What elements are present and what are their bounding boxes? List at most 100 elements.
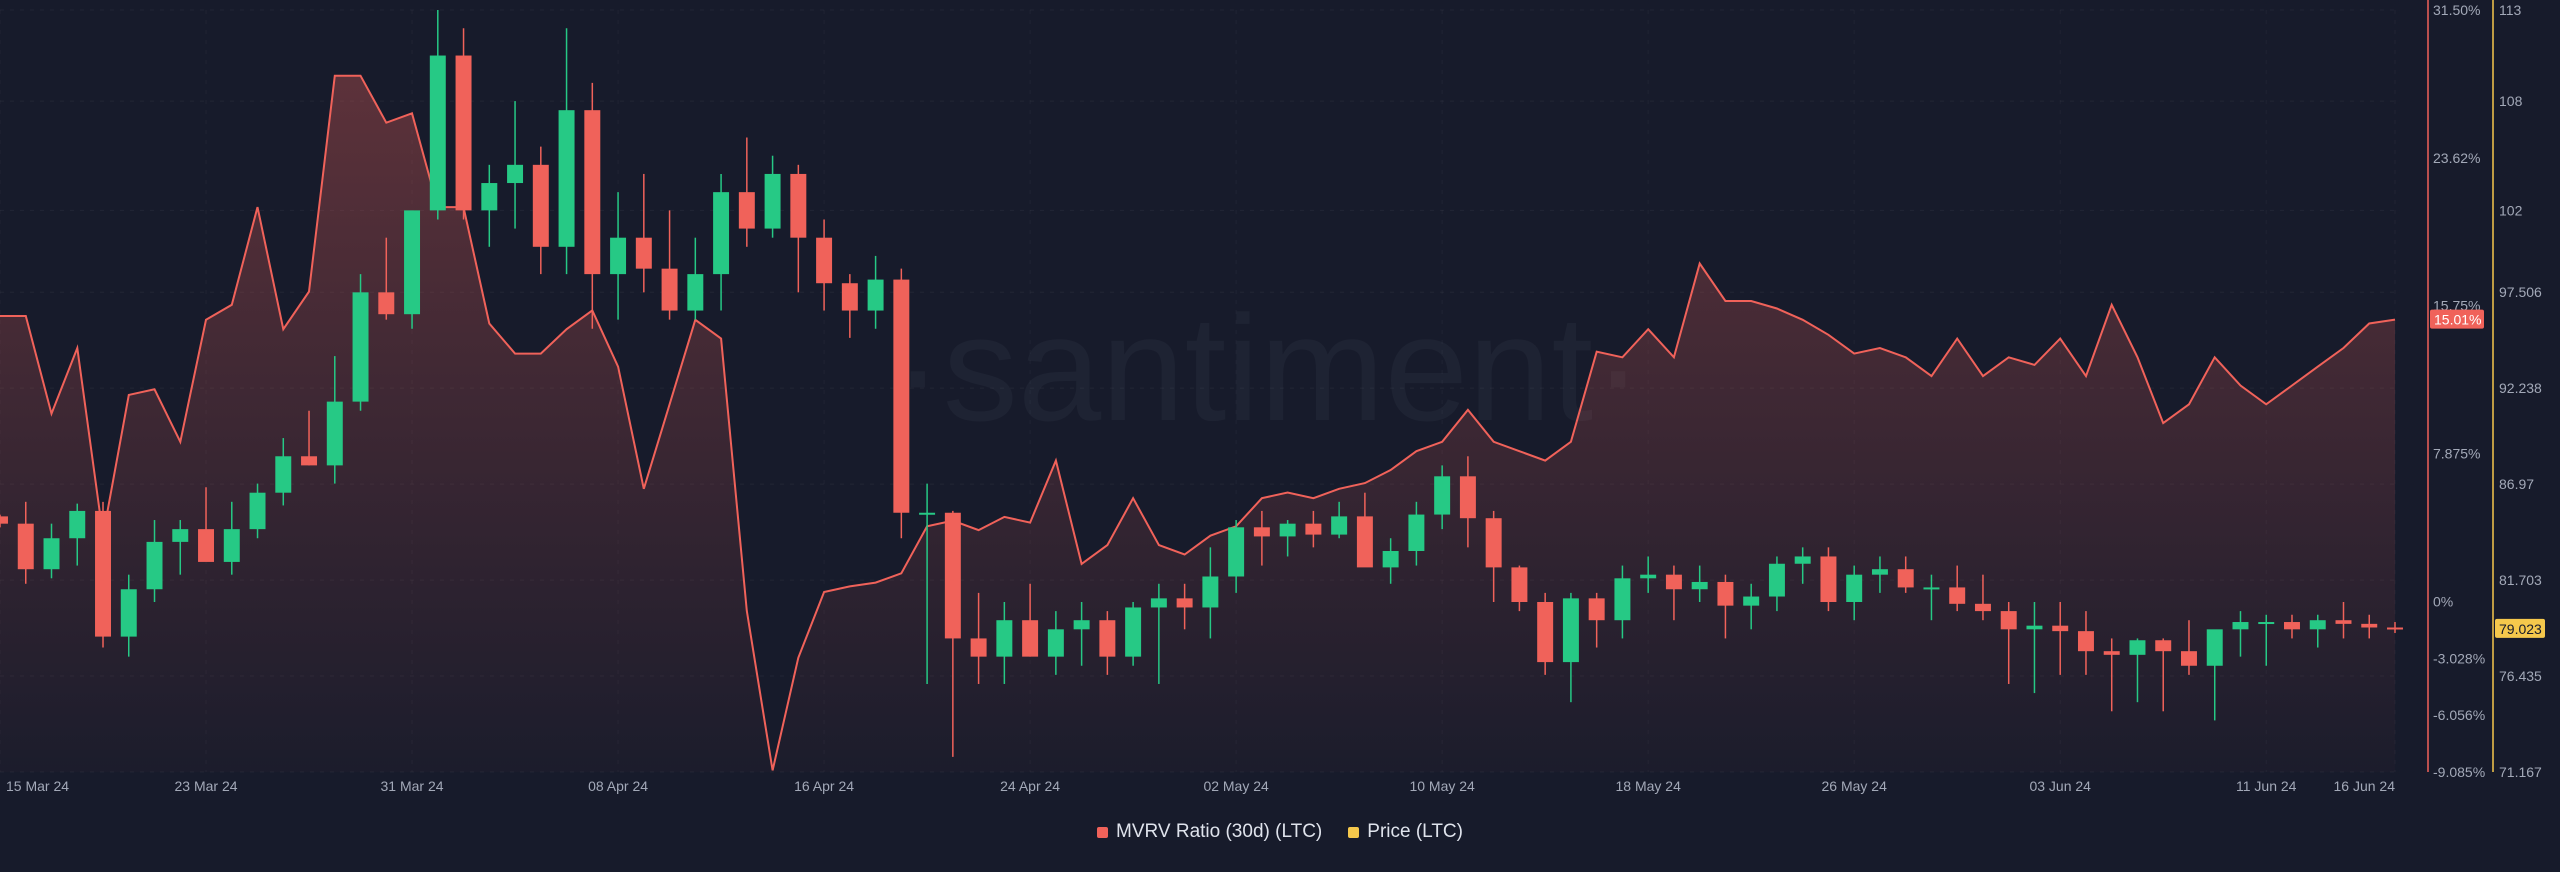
right-axis-tick-label: 97.506 — [2499, 284, 2542, 300]
x-axis-tick-label: 23 Mar 24 — [174, 778, 237, 794]
candle-down — [1974, 603, 1991, 612]
candle-up — [1794, 556, 1811, 564]
candle-down — [893, 279, 910, 513]
candle-up — [764, 173, 781, 229]
right-axis-tick-label: 81.703 — [2499, 572, 2542, 588]
right-axis-tick-label: 86.97 — [2499, 476, 2534, 492]
candle-up — [275, 456, 292, 493]
candle-up — [404, 210, 421, 315]
candle-down — [790, 173, 807, 238]
legend-item-mvrv[interactable]: MVRV Ratio (30d) (LTC) — [1097, 821, 1322, 843]
candle-up — [172, 529, 189, 542]
right-axis-tick-label: 76.435 — [2499, 668, 2542, 684]
candle-down — [584, 110, 601, 275]
right-axis-tick-label: 102 — [2499, 202, 2523, 218]
legend-swatch-price — [1348, 826, 1360, 838]
left-axis-tick-label: 23.62% — [2433, 150, 2480, 166]
legend-swatch-mvrv — [1097, 826, 1109, 838]
right-axis-tick-label: 108 — [2499, 93, 2523, 109]
candle-up — [146, 541, 163, 590]
legend-label-mvrv: MVRV Ratio (30d) (LTC) — [1116, 821, 1323, 842]
watermark-text: ·santiment· — [893, 284, 1643, 452]
candle-down — [2155, 640, 2172, 652]
right-axis-tick-label: 92.238 — [2499, 380, 2542, 396]
candle-down — [1253, 527, 1270, 537]
candle-down — [1588, 598, 1605, 621]
legend-label-price: Price (LTC) — [1367, 821, 1463, 842]
left-axis-tick-label: -3.028% — [2433, 650, 2485, 666]
candle-down — [1485, 518, 1502, 568]
candle-up — [1846, 574, 1863, 602]
candle-down — [2103, 651, 2120, 655]
x-axis-tick-label: 03 Jun 24 — [2029, 778, 2091, 794]
candle-down — [455, 55, 472, 211]
candle-up — [1150, 598, 1167, 608]
candle-up — [352, 292, 369, 402]
candle-down — [1820, 556, 1837, 602]
right-axis-tick-label: 71.167 — [2499, 764, 2542, 780]
candle-up — [867, 279, 884, 311]
chart-canvas: ·santiment·31.50%23.62%15.75%7.875%0%-3.… — [0, 0, 2545, 794]
candle-down — [198, 529, 215, 562]
candle-up — [1382, 550, 1399, 568]
left-axis-tick-label: -9.085% — [2433, 764, 2485, 780]
x-axis-tick-label: 16 Apr 24 — [794, 778, 854, 794]
candle-up — [326, 401, 343, 466]
candle-up — [223, 529, 240, 562]
chart-root: ·santiment· 31.50% 23.62% 15.75% 7.875% 0% -3.… — [0, 0, 2560, 867]
candle-down — [841, 283, 858, 311]
candle-down — [661, 268, 678, 311]
candle-down — [532, 164, 549, 247]
x-axis-tick-label: 31 Mar 24 — [381, 778, 444, 794]
x-axis-tick-label: 02 May 24 — [1203, 778, 1269, 794]
chart-legend: MVRV Ratio (30d) (LTC) Price (LTC) — [0, 821, 2560, 843]
candle-down — [2284, 622, 2300, 630]
candle-up — [1125, 607, 1142, 657]
left-axis-tick-label: 0% — [2433, 593, 2453, 609]
candle-up — [69, 510, 86, 539]
candle-up — [1228, 527, 1245, 577]
candle-up — [2206, 629, 2223, 666]
candle-up — [1073, 620, 1090, 630]
candle-up — [429, 55, 446, 211]
left-axis-tick-label: 31.50% — [2433, 2, 2480, 18]
candle-down — [1176, 598, 1193, 608]
candle-up — [1923, 587, 1940, 590]
candle-down — [95, 510, 111, 637]
candle-down — [1665, 574, 1682, 590]
candle-down — [1897, 569, 1914, 588]
x-axis-tick-label: 16 Jun 24 — [2334, 778, 2396, 794]
candle-up — [1279, 523, 1296, 537]
candle-up — [2258, 622, 2275, 625]
candle-down — [2077, 631, 2094, 652]
candle-up — [1691, 581, 1708, 590]
candle-down — [2052, 625, 2069, 632]
x-axis-tick-label: 11 Jun 24 — [2236, 778, 2297, 794]
left-axis-tick-label: 7.875% — [2433, 446, 2480, 462]
candle-up — [2129, 640, 2146, 655]
candle-up — [1640, 574, 1657, 579]
candle-down — [1022, 620, 1039, 657]
candle-down — [2335, 620, 2352, 624]
x-axis-tick-label: 10 May 24 — [1409, 778, 1475, 794]
candle-up — [713, 192, 730, 275]
candle-up — [2232, 622, 2249, 630]
candle-down — [1511, 567, 1528, 602]
candle-up — [481, 183, 498, 211]
x-axis-tick-label: 18 May 24 — [1615, 778, 1681, 794]
candle-down — [17, 523, 34, 570]
candle-up — [919, 512, 936, 515]
candle-up — [610, 237, 627, 275]
candle-up — [1743, 596, 1760, 606]
legend-item-price[interactable]: Price (LTC) — [1348, 821, 1463, 843]
candle-up — [1202, 576, 1219, 608]
candle-up — [1047, 629, 1064, 657]
candle-down — [1356, 516, 1373, 568]
candle-down — [2180, 651, 2197, 666]
x-axis-tick-label: 15 Mar 24 — [6, 778, 69, 794]
candle-down — [1717, 581, 1734, 606]
price-current-label: 79.023 — [2499, 621, 2542, 637]
candle-down — [738, 192, 755, 229]
candle-down — [1459, 476, 1476, 519]
candle-down — [816, 237, 833, 284]
